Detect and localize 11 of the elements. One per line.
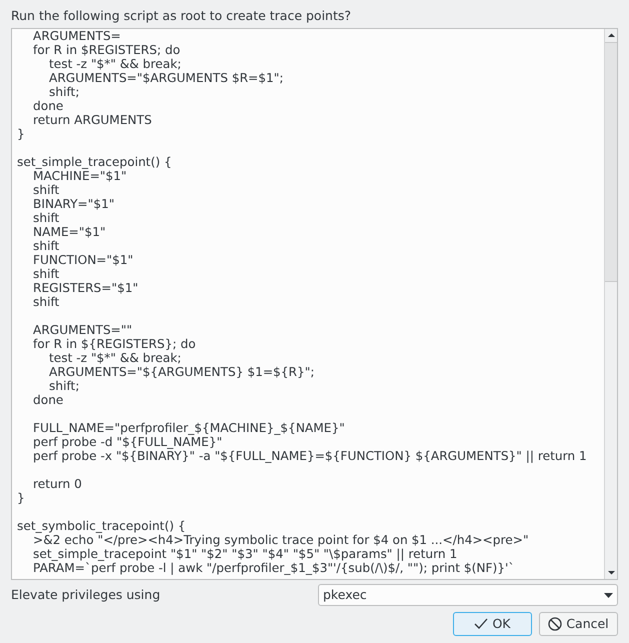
scrollbar-thumb[interactable] [605, 42, 617, 282]
prompt-text: Run the following script as root to create trace points? [11, 8, 352, 25]
script-text: ARGUMENTS= for R in $REGISTERS; do test -z "$*" && break; ARGUMENTS="$ARGUMENTS $R=$1"; shift; done return ARGUMENTS } set_simple_tracepoint() { MACHINE="$1" shift BINARY="$1" shift NAME="$1" shift FUNCTION="$1" shift REGISTERS="$1" shift ARGUMENTS="" for R in ${REGISTERS}; do test -z "$*" && break; ARGUMENTS="${ARGUMENTS} $1=${R}"; shift; done FULL_NAME="perfprofiler_${MACHINE}_${NAME}" perf probe -d "${FULL_NAME}" perf probe -x "${BINARY}" -a "${FULL_NAME}=${FUNCTION} ${ARGUMENTS}" || return 1 return 0 } set_symbolic_tracepoint() { >&2 echo "</pre><h4>Trying symbolic trace point for $4 on $1 ...</h4><pre>" set_simple_tracepoint "$1" "$2" "$3" "$4" "$5" "\$params" || return 1 PARAM=`perf probe -l | awk "/perfprofiler_$1_$3"'/{sub(/\)$/, ""); print $(NF)}'` [17, 29, 588, 575]
cancel-icon [548, 617, 562, 631]
privilege-dropdown[interactable]: pkexec [318, 584, 618, 606]
checkmark-icon [474, 618, 488, 630]
ok-button[interactable]: OK [453, 612, 532, 636]
dropdown-caret-icon [604, 592, 613, 598]
elevate-label: Elevate privileges using [11, 586, 162, 604]
cancel-button[interactable]: Cancel [539, 612, 618, 636]
scrollbar[interactable] [604, 29, 617, 579]
